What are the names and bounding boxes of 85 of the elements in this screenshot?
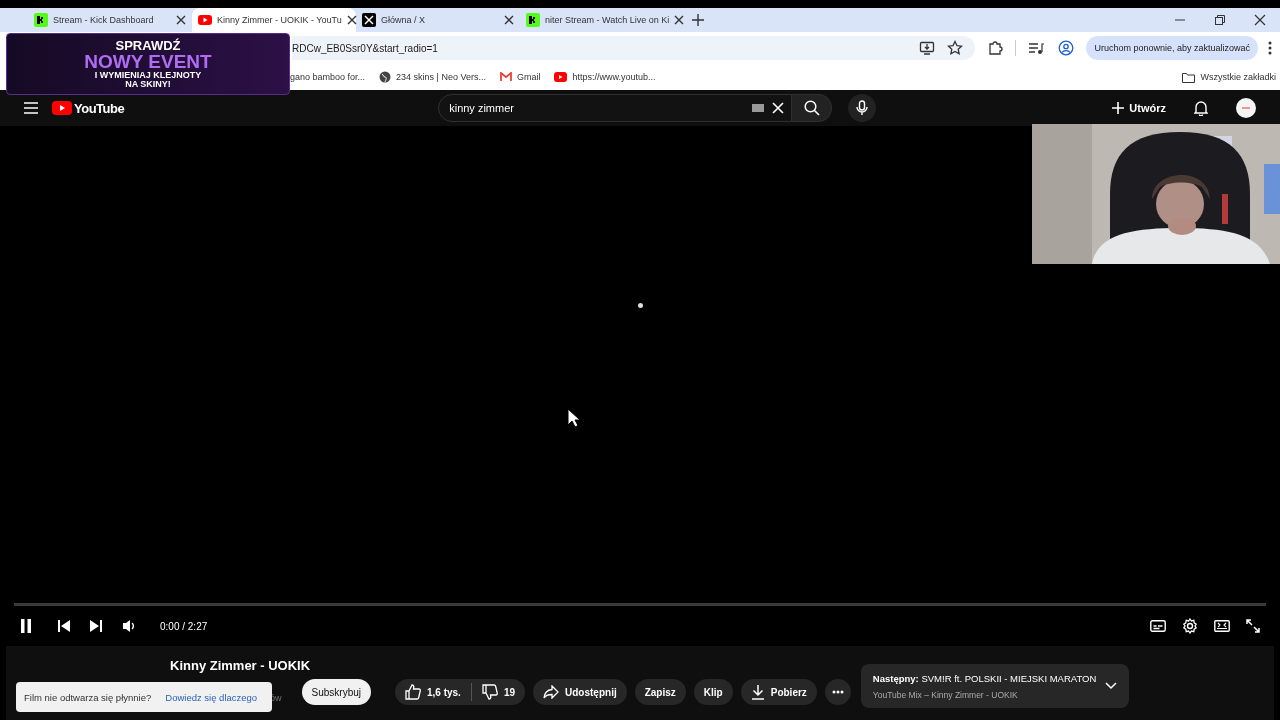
action-button[interactable]: Zapisz [634, 679, 686, 705]
more-icon [831, 690, 844, 694]
update-button[interactable]: Uruchom ponownie, aby zaktualizować [1086, 36, 1258, 60]
up-next-subtitle: YouTube Mix – Kinny Zimmer - UOKIK [872, 689, 1019, 700]
install-icon[interactable] [919, 40, 936, 56]
keyboard-icon[interactable] [752, 104, 765, 112]
profile-icon[interactable] [1058, 40, 1075, 56]
tab-title: Stream - Kick Dashboard [53, 15, 155, 25]
fullscreen-icon[interactable] [1246, 619, 1260, 633]
bell-icon[interactable] [1194, 100, 1208, 116]
kebab-menu-icon[interactable] [1268, 41, 1272, 55]
like-button[interactable]: 1,6 tys. [395, 679, 471, 705]
action-button[interactable]: Klip [693, 679, 733, 705]
plus-icon [1112, 102, 1125, 114]
learn-more-link[interactable]: Dowiedz się dlaczego [165, 691, 258, 703]
action-button[interactable]: Udostępnij [533, 679, 627, 705]
thumbs-up-icon [405, 684, 421, 700]
share-arrow-icon [543, 685, 560, 699]
action-button[interactable]: Pobierz [740, 679, 817, 705]
tab-title: niter Stream - Watch Live on Ki [545, 15, 670, 25]
search-field[interactable]: kinny zimmer [438, 94, 793, 122]
promo-headline: NOWY EVENT [84, 52, 212, 71]
avatar-icon[interactable] [1236, 98, 1256, 118]
browser-tab[interactable]: Stream - Kick Dashboard [28, 8, 192, 32]
bookmark[interactable]: https://www.youtub... [554, 72, 656, 82]
tab-title: Główna / X [381, 15, 427, 25]
download-icon [750, 684, 765, 700]
next-icon[interactable] [90, 620, 102, 632]
browser-tab[interactable]: Kinny Zimmer - UOKIK - YouTu [192, 8, 356, 32]
close-icon[interactable] [504, 15, 514, 25]
promo-text: NA SKINY! [125, 80, 171, 89]
more-button[interactable] [824, 679, 851, 705]
up-next-title: Następny: SVM!R ft. POLSKII - MIEJSKI MARATON [872, 672, 1098, 684]
bookmark[interactable]: gano bamboo for... [290, 72, 366, 82]
globe-icon [379, 71, 392, 83]
close-icon[interactable] [346, 15, 357, 25]
promo-text: I WYMIENIAJ KLEJNOTY [94, 71, 202, 80]
promo-heading: SPRAWDŹ [115, 39, 181, 52]
close-icon[interactable] [674, 15, 685, 25]
time-display: 0:00 / 2:27 [160, 620, 208, 632]
url-text: RDCw_EB0Ssr0Y&start_radio=1 [292, 42, 438, 54]
thumbs-down-icon [481, 684, 498, 700]
youtube-logo-icon [198, 13, 212, 27]
dislike-button[interactable]: 19 [471, 679, 526, 705]
restore-icon[interactable] [1214, 14, 1226, 26]
browser-tab[interactable]: niter Stream - Watch Live on Ki [520, 8, 684, 32]
settings-icon[interactable] [1182, 618, 1198, 634]
folder-icon [1182, 71, 1196, 83]
close-icon[interactable] [1254, 14, 1266, 26]
microphone-button[interactable] [848, 94, 877, 122]
menu-icon[interactable] [24, 102, 38, 114]
pause-icon[interactable] [20, 619, 32, 633]
star-icon[interactable] [947, 40, 964, 56]
bookmark[interactable]: Gmail [499, 72, 541, 82]
media-queue-icon[interactable] [1028, 40, 1045, 56]
subscribe-button[interactable]: Subskrybuj [301, 679, 371, 705]
microphone-icon [856, 100, 869, 116]
chevron-down-icon[interactable] [1104, 682, 1117, 690]
puzzle-icon[interactable] [987, 40, 1004, 56]
up-next-card[interactable]: Następny: SVM!R ft. POLSKII - MIEJSKI MARATON YouTube Mix – Kinny Zimmer - UOKIK [860, 664, 1129, 708]
search-icon [803, 100, 820, 116]
x-logo-icon [362, 13, 376, 27]
mail-icon [499, 72, 512, 82]
video-title: Kinny Zimmer - UOKIK [170, 658, 312, 673]
loading-spinner-icon [637, 303, 643, 308]
bookmark[interactable]: 234 skins | Neo Vers... [379, 71, 486, 83]
all-bookmarks-button[interactable]: Wszystkie zakładki [1182, 71, 1276, 83]
close-icon[interactable] [176, 15, 186, 25]
youtube-logo-icon [554, 72, 568, 82]
address-bar[interactable]: RDCw_EB0Ssr0Y&start_radio=1 [292, 36, 976, 60]
search-button[interactable] [792, 94, 833, 122]
create-button[interactable]: Utwórz [1112, 102, 1166, 114]
volume-icon[interactable] [122, 619, 136, 633]
theater-mode-icon[interactable] [1214, 620, 1230, 632]
mouse-pointer-icon [567, 408, 581, 428]
toast-message: Film nie odtwarza się płynnie? [24, 691, 152, 703]
previous-icon[interactable] [58, 620, 70, 632]
browser-tab[interactable]: Główna / X [356, 8, 520, 32]
youtube-logo[interactable]: YouTube [52, 100, 125, 116]
subtitles-icon[interactable] [1150, 620, 1166, 632]
kick-logo-icon [34, 13, 48, 27]
tab-title: Kinny Zimmer - UOKIK - YouTu [217, 15, 342, 25]
youtube-logo-icon [52, 101, 72, 115]
new-tab-icon[interactable] [692, 14, 704, 26]
kick-logo-icon [526, 13, 540, 27]
